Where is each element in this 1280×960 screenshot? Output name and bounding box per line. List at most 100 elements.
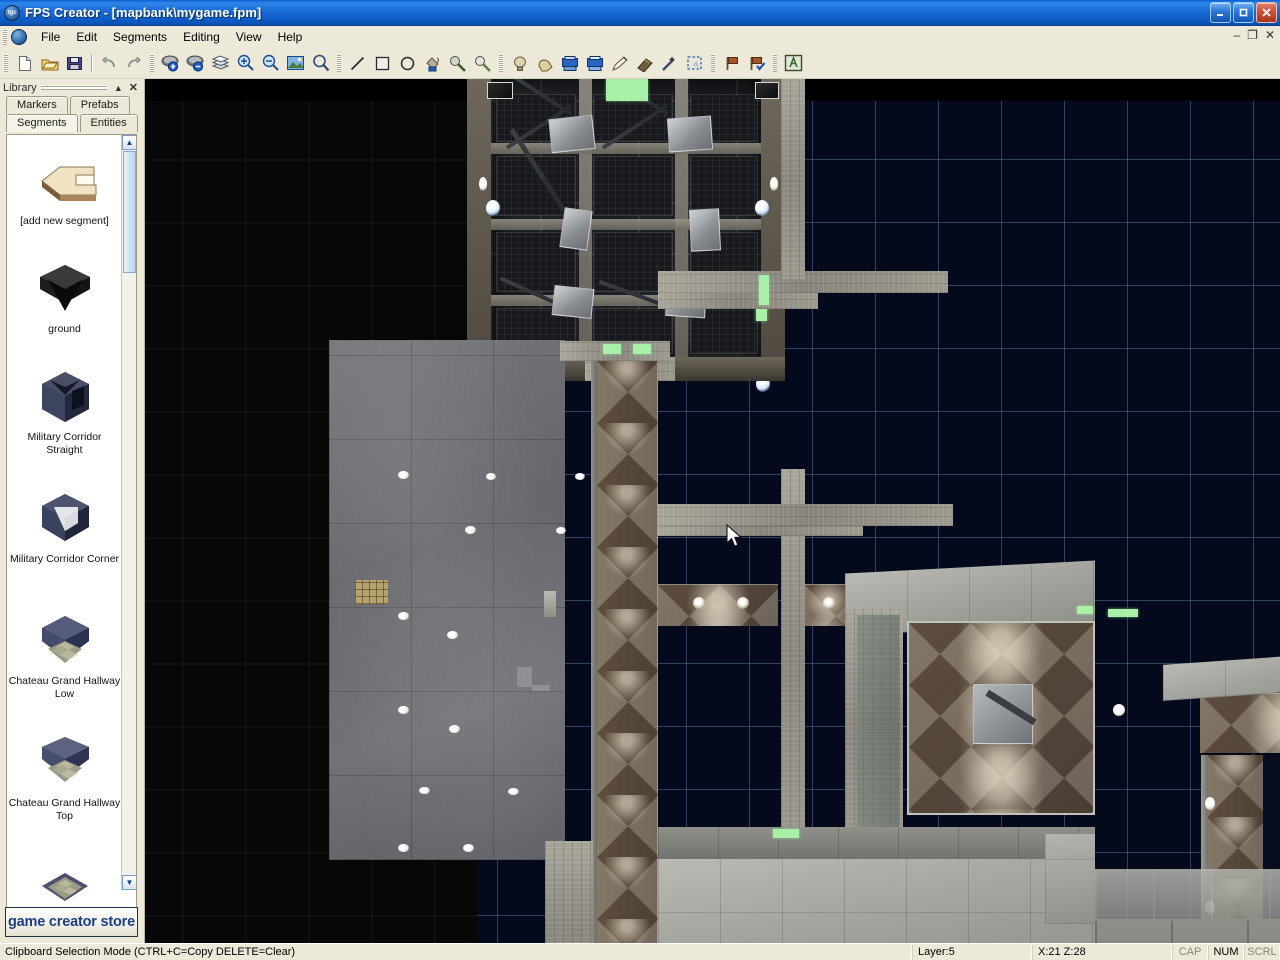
light-orb	[1113, 704, 1125, 716]
vertical-scroll-thumb[interactable]	[123, 151, 136, 273]
mdi-restore-button[interactable]: ❐	[1247, 28, 1258, 42]
geometry-upper-horizontal-wall-2	[658, 293, 818, 309]
toolbar-grip-5[interactable]	[711, 54, 715, 72]
magnifier-icon[interactable]	[309, 52, 332, 75]
list-item[interactable]: [add new segment]	[7, 135, 122, 253]
entity-turret[interactable]	[559, 207, 593, 251]
game-creator-store-button[interactable]: game creator store	[5, 907, 138, 937]
military-corridor-straight-thumb	[34, 367, 96, 429]
new-document-icon[interactable]	[13, 52, 36, 75]
library-close-button[interactable]: ✕	[126, 81, 141, 94]
open-folder-icon[interactable]	[38, 52, 61, 75]
toolbar-grip-2[interactable]	[150, 54, 154, 72]
undo-arrow-icon[interactable]	[97, 52, 120, 75]
toolbar-grip-4[interactable]	[499, 54, 503, 72]
library-vertical-scrollbar[interactable]: ▲ ▼	[121, 135, 136, 890]
list-item[interactable]: Chateau Grand Hallway Top	[7, 727, 122, 849]
wall-lamp	[693, 597, 705, 609]
list-item[interactable]: Military Corridor Corner	[7, 483, 122, 605]
close-button[interactable]	[1256, 2, 1277, 23]
menu-edit[interactable]: Edit	[68, 27, 105, 47]
paint-bucket-icon[interactable]	[421, 52, 444, 75]
layer-down-icon[interactable]	[184, 52, 207, 75]
scroll-up-arrow-icon[interactable]: ▲	[122, 135, 136, 150]
menu-help[interactable]: Help	[270, 27, 311, 47]
selection-marker	[1077, 606, 1093, 614]
brush-tool-icon[interactable]	[471, 52, 494, 75]
library-item-list[interactable]: [add new segment] ground Military Corrid…	[6, 134, 137, 924]
line-tool-icon[interactable]	[346, 52, 369, 75]
debris-pebble	[508, 788, 519, 795]
light-bulb-icon[interactable]	[508, 52, 531, 75]
entity-turret[interactable]	[551, 284, 595, 320]
save-disk-icon[interactable]	[63, 52, 86, 75]
redo-arrow-icon[interactable]	[122, 52, 145, 75]
geometry-room-walkway-h1	[491, 143, 761, 154]
library-drag-rule[interactable]	[40, 85, 107, 90]
geometry-bottom-floor-tiles-2	[1095, 869, 1280, 921]
menu-segments[interactable]: Segments	[105, 27, 175, 47]
library-tab-row-top: Markers Prefabs	[6, 96, 132, 114]
military-corridor-corner-thumb	[34, 489, 96, 551]
add-new-segment-thumb	[34, 151, 96, 213]
entity-turret[interactable]	[688, 208, 722, 252]
toolbar-grip-3[interactable]	[337, 54, 341, 72]
circle-tool-icon[interactable]	[396, 52, 419, 75]
wall-light	[770, 177, 778, 191]
hand-tool-icon[interactable]	[533, 52, 556, 75]
menu-view[interactable]: View	[228, 27, 270, 47]
tab-prefabs[interactable]: Prefabs	[69, 96, 130, 114]
map-editor-3d-viewport[interactable]	[145, 79, 1280, 943]
ground-segment-thumb	[34, 259, 96, 321]
library-collapse-button[interactable]: ▲	[111, 83, 126, 93]
pen-tool-icon[interactable]	[608, 52, 631, 75]
zoom-in-icon[interactable]	[234, 52, 257, 75]
chateau-grand-hallway-low-thumb	[34, 611, 96, 673]
wand-tool-icon[interactable]	[658, 52, 681, 75]
status-coordinates: X:21 Z:28	[1032, 944, 1172, 960]
tab-segments[interactable]: Segments	[6, 114, 78, 132]
menu-drag-grip[interactable]	[3, 29, 7, 45]
entity-turret[interactable]	[548, 114, 596, 154]
flag-icon[interactable]	[720, 52, 743, 75]
entity-paste-icon[interactable]	[558, 52, 581, 75]
mdi-minimize-button[interactable]: –	[1233, 28, 1240, 42]
selection-marker	[606, 79, 648, 101]
debris-pebble	[575, 473, 585, 480]
entity-turret[interactable]	[666, 115, 714, 153]
scroll-down-arrow-icon[interactable]: ▼	[122, 875, 136, 890]
list-item[interactable]: Chateau Grand Hallway Low	[7, 605, 122, 727]
entity-camera[interactable]	[755, 82, 779, 99]
eraser-icon[interactable]	[633, 52, 656, 75]
layers-stack-icon[interactable]	[209, 52, 232, 75]
restore-button[interactable]	[1233, 2, 1254, 23]
picture-icon[interactable]	[284, 52, 307, 75]
tab-markers[interactable]: Markers	[6, 96, 68, 114]
flag-check-icon[interactable]	[745, 52, 768, 75]
tab-entities[interactable]: Entities	[79, 114, 138, 132]
stamp-tool-icon[interactable]	[446, 52, 469, 75]
list-item[interactable]: ground	[7, 253, 122, 361]
selection-marker	[1108, 609, 1138, 617]
geometry-floor-grate	[355, 580, 388, 604]
menu-bar: File Edit Segments Editing View Help – ❐…	[0, 26, 1280, 48]
minimize-button[interactable]	[1210, 2, 1231, 23]
wall-lamp	[823, 597, 835, 609]
layer-up-icon[interactable]	[159, 52, 182, 75]
list-item[interactable]: Military Corridor Straight	[7, 361, 122, 483]
geometry-right-block-wall-face	[857, 615, 899, 837]
debris-pebble	[447, 631, 458, 639]
zoom-out-icon[interactable]	[259, 52, 282, 75]
test-game-icon[interactable]	[782, 52, 805, 75]
entity-camera[interactable]	[487, 82, 513, 99]
mdi-close-button[interactable]: ✕	[1265, 28, 1275, 42]
list-item-label: Chateau Grand Hallway Low	[8, 675, 121, 700]
square-tool-icon[interactable]	[371, 52, 394, 75]
entity-paste-alt-icon[interactable]	[583, 52, 606, 75]
geometry-floor-cell	[593, 156, 673, 216]
menu-editing[interactable]: Editing	[175, 27, 228, 47]
toolbar-grip-6[interactable]	[773, 54, 777, 72]
toolbar-grip-1[interactable]	[4, 54, 8, 72]
marquee-select-icon[interactable]	[683, 52, 706, 75]
menu-file[interactable]: File	[33, 27, 68, 47]
